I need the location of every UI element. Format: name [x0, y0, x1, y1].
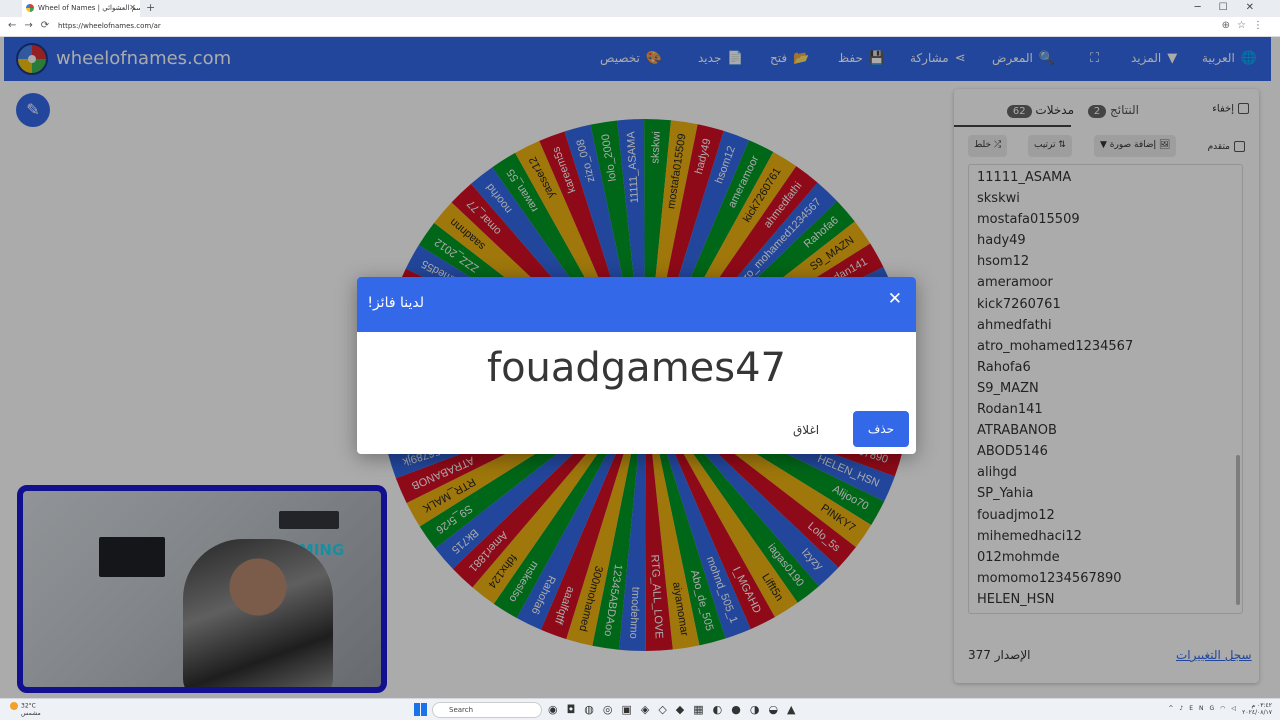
- winner-dialog-header: لدينا فائز! ✕: [357, 277, 916, 332]
- chevron-up-icon: ^: [1168, 705, 1180, 712]
- remove-button[interactable]: حذف: [853, 411, 909, 447]
- close-tab-icon[interactable]: ✕: [129, 3, 136, 12]
- system-tray[interactable]: ^♪ENG◠◁: [1168, 705, 1242, 712]
- winner-dialog: لدينا فائز! ✕ fouadgames47 اغلاق حذف: [357, 277, 916, 454]
- browser-toolbar-icons[interactable]: ⊕☆⋮: [1222, 20, 1270, 31]
- taskbar-app-icons[interactable]: ◉◘◍◎▣◈◇◆▦◐●◑◒▲: [548, 703, 805, 716]
- weather-widget[interactable]: 32°C مشمس: [10, 702, 41, 717]
- mic-icon: ♪: [1179, 705, 1190, 712]
- url-field[interactable]: https://wheelofnames.com/ar: [58, 22, 161, 30]
- new-tab-icon[interactable]: +: [146, 1, 155, 14]
- wifi-icon: ◠: [1220, 705, 1232, 712]
- winner-name: fouadgames47: [486, 345, 787, 391]
- back-forward-reload-icon[interactable]: ←→⟳: [8, 20, 57, 31]
- volume-icon: ◁: [1231, 705, 1242, 712]
- wheel-favicon-icon: [26, 4, 34, 12]
- tab-title: Wheel of Names | الاسم العشوائي: [38, 4, 140, 12]
- taskbar-search[interactable]: Search: [432, 702, 542, 718]
- windows-start-icon[interactable]: [414, 703, 427, 716]
- browser-tab-bar: Wheel of Names | الاسم العشوائي ✕ + ─☐✕: [0, 0, 1280, 17]
- taskbar-clock[interactable]: ٠٣:٤٢ م ٢٠٢٤/٠٨/١٧: [1242, 702, 1272, 716]
- sun-icon: [10, 702, 18, 710]
- window-controls[interactable]: ─☐✕: [1195, 2, 1272, 13]
- winner-dialog-title: لدينا فائز!: [367, 295, 424, 311]
- browser-tab[interactable]: Wheel of Names | الاسم العشوائي ✕: [22, 0, 140, 17]
- close-icon[interactable]: ✕: [888, 289, 902, 309]
- address-bar: ←→⟳ https://wheelofnames.com/ar ⊕☆⋮: [0, 17, 1280, 37]
- close-button[interactable]: اغلاق: [793, 423, 819, 437]
- windows-taskbar: 32°C مشمس Search ◉◘◍◎▣◈◇◆▦◐●◑◒▲ ^♪ENG◠◁ …: [0, 698, 1280, 720]
